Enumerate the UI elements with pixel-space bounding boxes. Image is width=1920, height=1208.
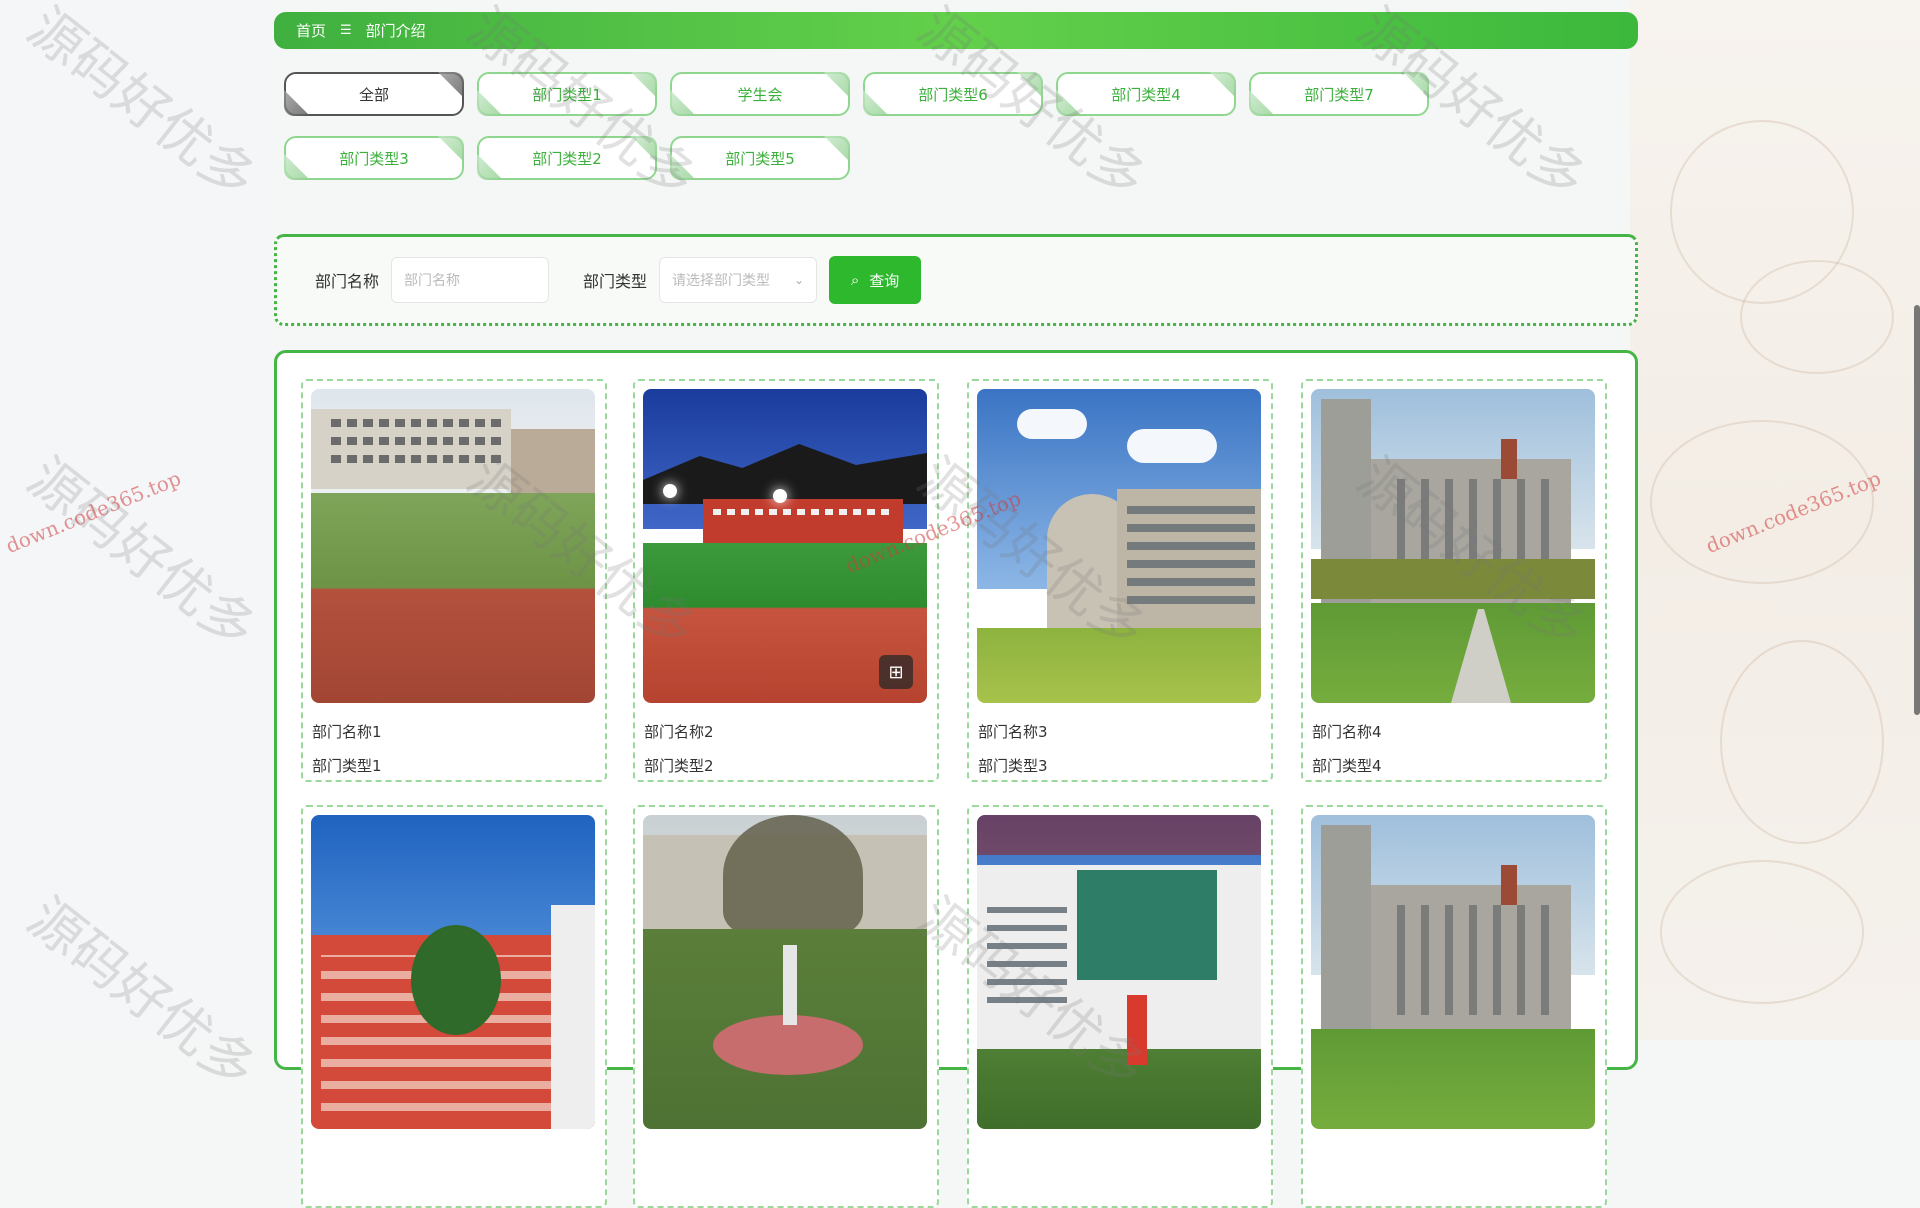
department-card[interactable] (301, 805, 607, 1208)
type-filter-label: 部门类型4 (1111, 85, 1181, 104)
type-filter-label: 部门类型1 (532, 85, 602, 104)
type-filter-type7[interactable]: 部门类型7 (1249, 72, 1429, 116)
department-card[interactable] (633, 805, 939, 1208)
department-image: ⊞ (643, 389, 927, 703)
department-type: 部门类型1 (312, 757, 382, 775)
department-image (977, 389, 1261, 703)
name-input[interactable]: 部门名称 (391, 257, 550, 303)
type-label: 部门类型 (583, 272, 648, 291)
department-image (311, 815, 595, 1129)
type-filter-type2[interactable]: 部门类型2 (477, 136, 657, 180)
search-bar: 部门名称 部门名称 部门类型 请选择部门类型 ⌄ ⌕ 查询 (274, 234, 1638, 326)
breadcrumb-home[interactable]: 首页 (296, 20, 326, 41)
department-image (643, 815, 927, 1129)
department-card[interactable] (1301, 805, 1607, 1208)
type-filter-label: 全部 (358, 85, 389, 104)
department-name: 部门名称1 (312, 723, 382, 741)
breadcrumb: 首页 ☰ 部门介绍 (274, 12, 1638, 49)
type-filter-type3[interactable]: 部门类型3 (284, 136, 464, 180)
type-filter-type5[interactable]: 部门类型5 (670, 136, 850, 180)
floral-decoration (1630, 0, 1920, 1040)
department-image (977, 815, 1261, 1129)
type-filter-label: 部门类型7 (1304, 85, 1374, 104)
department-image (1311, 389, 1595, 703)
search-icon: ⌕ (850, 271, 860, 289)
type-filter-type1[interactable]: 部门类型1 (477, 72, 657, 116)
department-image (311, 389, 595, 703)
breadcrumb-current: 部门介绍 (365, 22, 426, 40)
type-filter-type4[interactable]: 部门类型4 (1056, 72, 1236, 116)
department-type: 部门类型3 (978, 757, 1048, 775)
type-select[interactable]: 请选择部门类型 ⌄ (659, 257, 818, 303)
type-filter-label: 部门类型5 (725, 149, 795, 168)
department-name: 部门名称4 (1312, 723, 1382, 741)
name-label: 部门名称 (315, 272, 380, 291)
type-select-placeholder: 请选择部门类型 (672, 273, 771, 289)
type-filter-label: 部门类型6 (918, 85, 988, 104)
department-type: 部门类型4 (1312, 757, 1382, 775)
type-filter-label: 部门类型2 (532, 149, 602, 168)
type-filter-label: 学生会 (737, 85, 783, 104)
search-button[interactable]: ⌕ 查询 (829, 256, 922, 304)
department-card[interactable] (967, 805, 1273, 1208)
chevron-down-icon: ⌄ (793, 273, 805, 287)
left-background (0, 0, 270, 1040)
department-card[interactable]: 部门名称3 部门类型3 (967, 379, 1273, 782)
department-name: 部门名称2 (644, 723, 714, 741)
department-grid: 部门名称1 部门类型1 ⊞ 部门名称2 部门类型2 部门名称3 部门类型3 部门… (274, 350, 1638, 1208)
type-filter-all[interactable]: 全部 (284, 72, 464, 116)
department-name: 部门名称3 (978, 723, 1048, 741)
department-card[interactable]: ⊞ 部门名称2 部门类型2 (633, 379, 939, 782)
menu-icon: ☰ (340, 23, 352, 38)
department-card[interactable]: 部门名称4 部门类型4 (1301, 379, 1607, 782)
department-image (1311, 815, 1595, 1129)
qrcode-icon[interactable]: ⊞ (879, 655, 913, 689)
department-card[interactable]: 部门名称1 部门类型1 (301, 379, 607, 782)
type-filter-student-union[interactable]: 学生会 (670, 72, 850, 116)
page-scrollbar[interactable] (1914, 305, 1920, 715)
department-type: 部门类型2 (644, 757, 714, 775)
type-filter-label: 部门类型3 (339, 149, 409, 168)
search-button-label: 查询 (869, 271, 900, 290)
type-filter-type6[interactable]: 部门类型6 (863, 72, 1043, 116)
